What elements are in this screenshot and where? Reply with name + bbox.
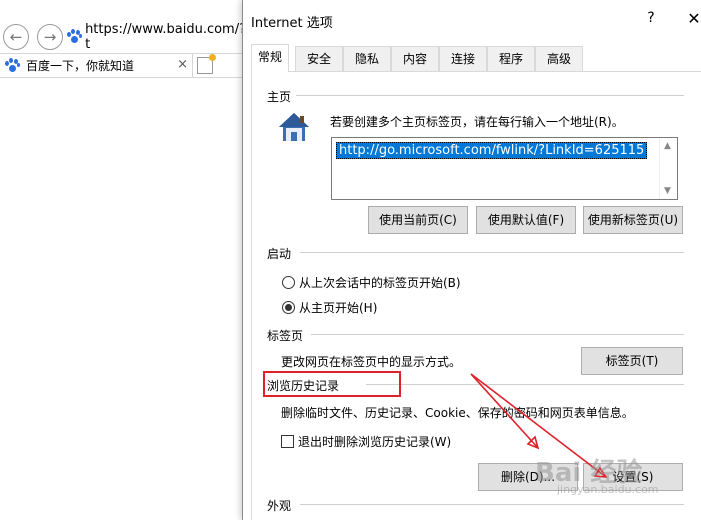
tabs-section-heading: 标签页 — [267, 329, 304, 343]
chevron-down-icon[interactable]: ▼ — [664, 186, 671, 196]
startup-divider — [300, 252, 684, 253]
tab-privacy[interactable]: 隐私 — [343, 46, 391, 71]
homepage-description: 若要创建多个主页标签页，请在每行输入一个地址(R)。 — [330, 115, 624, 129]
use-default-button[interactable]: 使用默认值(F) — [476, 206, 576, 234]
browser-tab-title: 百度一下，你就知道 — [26, 59, 135, 73]
textarea-scrollbar[interactable]: ▲ ▼ — [659, 138, 677, 199]
startup-heading: 启动 — [267, 247, 292, 261]
dialog-titlebar: Internet 选项 ? ✕ — [243, 0, 701, 38]
forward-button[interactable]: → — [37, 24, 63, 50]
radio-label: 从主页开始(H) — [299, 301, 378, 315]
baidu-jingyan-watermark: Bai 经验 jingyan.baidu.com — [535, 452, 659, 496]
radio-button-selected[interactable] — [282, 301, 295, 314]
startup-option-homepage[interactable]: 从主页开始(H) — [282, 299, 377, 316]
arrow-left-icon: ← — [9, 28, 23, 46]
close-button[interactable]: ✕ — [685, 9, 701, 28]
tabs-section-description: 更改网页在标签页中的显示方式。 — [281, 355, 462, 369]
use-new-tab-button[interactable]: 使用新标签页(U) — [583, 206, 683, 234]
close-tab-icon[interactable]: × — [177, 57, 188, 72]
tab-content[interactable]: 内容 — [391, 46, 439, 71]
browser-tab[interactable]: 百度一下，你就知道 × — [0, 54, 193, 77]
new-tab-icon[interactable] — [197, 54, 216, 74]
annotation-highlight-box — [263, 371, 401, 397]
tab-advanced[interactable]: 高级 — [535, 46, 583, 71]
address-bar[interactable]: https://www.baidu.com/?t — [66, 22, 246, 52]
checkbox[interactable] — [281, 435, 294, 448]
radio-label: 从上次会话中的标签页开始(B) — [299, 276, 461, 290]
chevron-up-icon[interactable]: ▲ — [664, 141, 671, 151]
startup-option-last-session[interactable]: 从上次会话中的标签页开始(B) — [282, 274, 461, 291]
dialog-title: Internet 选项 — [251, 16, 333, 31]
home-icon — [279, 113, 309, 141]
homepage-url-textarea[interactable]: http://go.microsoft.com/fwlink/?LinkId=6… — [331, 137, 678, 200]
use-current-button[interactable]: 使用当前页(C) — [368, 206, 468, 234]
help-button[interactable]: ? — [643, 10, 659, 26]
tab-connections[interactable]: 连接 — [439, 46, 487, 71]
dialog-tabs: 常规 安全 隐私 内容 连接 程序 高级 — [251, 44, 701, 73]
homepage-divider — [296, 95, 684, 96]
tabs-section-divider — [311, 334, 684, 335]
tab-security[interactable]: 安全 — [295, 46, 343, 71]
appearance-heading: 外观 — [267, 499, 292, 513]
tab-strip: 百度一下，你就知道 × — [0, 53, 242, 78]
history-divider — [366, 384, 684, 385]
back-button[interactable]: ← — [3, 24, 29, 50]
baidu-logo-icon — [66, 29, 82, 45]
radio-button[interactable] — [282, 276, 295, 289]
arrow-right-icon: → — [43, 28, 57, 46]
tab-general[interactable]: 常规 — [251, 44, 289, 73]
baidu-favicon-icon — [4, 57, 20, 74]
homepage-heading: 主页 — [267, 90, 292, 104]
watermark-subtext: jingyan.baidu.com — [557, 483, 659, 496]
tab-programs[interactable]: 程序 — [487, 46, 535, 71]
address-text: https://www.baidu.com/?t — [85, 22, 246, 52]
appearance-divider — [300, 504, 684, 505]
homepage-url-value: http://go.microsoft.com/fwlink/?LinkId=6… — [336, 142, 648, 159]
checkbox-label: 退出时删除浏览历史记录(W) — [298, 435, 452, 449]
history-description: 删除临时文件、历史记录、Cookie、保存的密码和网页表单信息。 — [281, 406, 634, 420]
delete-history-on-exit[interactable]: 退出时删除浏览历史记录(W) — [281, 433, 451, 450]
tabs-settings-button[interactable]: 标签页(T) — [581, 347, 683, 375]
